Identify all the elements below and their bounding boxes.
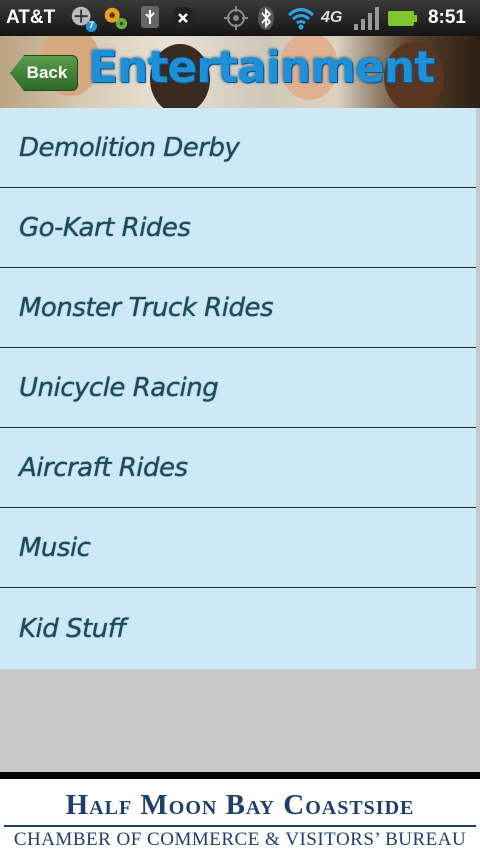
- list-item-label: Demolition Derby: [19, 132, 240, 163]
- signal-icon: [354, 7, 379, 30]
- list-item-label: Aircraft Rides: [19, 452, 188, 483]
- list-item-aircraft-rides[interactable]: Aircraft Rides: [0, 428, 476, 508]
- gear-icon: [104, 7, 128, 30]
- list-item-demolition-derby[interactable]: Demolition Derby: [0, 108, 476, 188]
- usb-icon: [141, 6, 159, 28]
- battery-icon: [388, 11, 417, 26]
- wifi-icon: [287, 8, 315, 30]
- list-item-go-kart-rides[interactable]: Go-Kart Rides: [0, 188, 476, 268]
- list-item-music[interactable]: Music: [0, 508, 476, 588]
- gps-icon: [224, 6, 248, 30]
- status-bar: AT&T 7 4G 8:51: [0, 0, 480, 36]
- carrier-label: AT&T: [6, 7, 56, 28]
- list-item-label: Go-Kart Rides: [19, 212, 191, 243]
- list-item-label: Music: [19, 532, 91, 563]
- debug-icon: [173, 7, 193, 29]
- footer-divider: [4, 825, 476, 827]
- clock: 8:51: [427, 7, 466, 28]
- list-item-monster-truck-rides[interactable]: Monster Truck Rides: [0, 268, 476, 348]
- bluetooth-icon: [258, 6, 274, 30]
- list-item-unicycle-racing[interactable]: Unicycle Racing: [0, 348, 476, 428]
- footer-org-subtitle: CHAMBER OF COMMERCE & VISITORS’ BUREAU: [13, 829, 467, 850]
- footer-banner: Half Moon Bay Coastside CHAMBER OF COMME…: [0, 779, 480, 854]
- back-button[interactable]: Back: [10, 55, 78, 91]
- list-item-label: Kid Stuff: [19, 613, 126, 644]
- notification-badge: 7: [89, 20, 95, 30]
- page-title: Entertainment: [88, 42, 435, 93]
- list-item-label: Unicycle Racing: [19, 372, 219, 403]
- list-area: Demolition Derby Go-Kart Rides Monster T…: [0, 108, 480, 772]
- footer-org-name: Half Moon Bay Coastside: [65, 789, 415, 821]
- network-type-label: 4G: [321, 9, 343, 26]
- entertainment-list: Demolition Derby Go-Kart Rides Monster T…: [0, 108, 476, 669]
- header-banner: Back Entertainment: [0, 36, 480, 108]
- list-item-label: Monster Truck Rides: [19, 292, 274, 323]
- list-item-kid-stuff[interactable]: Kid Stuff: [0, 588, 476, 669]
